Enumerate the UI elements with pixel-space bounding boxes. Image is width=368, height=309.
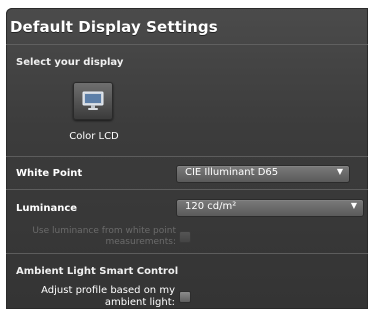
display-select-button[interactable] [73,82,113,120]
adjust-profile-label: Adjust profile based on my ambient light… [20,285,175,309]
luminance-label: Luminance [16,203,78,214]
chevron-down-icon: ▼ [336,167,343,176]
page-title: Default Display Settings [10,18,218,36]
luminance-value: 120 cd/m² [185,201,237,212]
chevron-down-icon: ▼ [350,201,357,210]
adjust-profile-line1: Adjust profile based on my [41,285,175,296]
adjust-profile-line2: ambient light: [104,297,175,308]
display-name: Color LCD [69,131,119,142]
white-point-dropdown[interactable]: CIE Illuminant D65 ▼ [176,165,350,183]
divider [6,253,368,254]
white-point-value: CIE Illuminant D65 [185,167,279,178]
divider [6,189,368,190]
use-luminance-line1: Use luminance from white point [32,226,176,236]
title-divider [6,44,368,45]
divider [6,156,368,157]
ambient-light-heading: Ambient Light Smart Control [16,266,179,277]
use-luminance-from-white-point-checkbox[interactable] [179,231,191,243]
adjust-profile-ambient-checkbox[interactable] [179,291,191,303]
use-luminance-line2: measurements: [105,237,176,247]
white-point-label: White Point [16,168,83,179]
monitor-icon [82,91,104,110]
luminance-dropdown[interactable]: 120 cd/m² ▼ [176,199,364,217]
settings-panel [6,8,368,309]
select-display-label: Select your display [16,57,124,68]
use-luminance-from-white-point-label: Use luminance from white point measureme… [20,226,176,248]
